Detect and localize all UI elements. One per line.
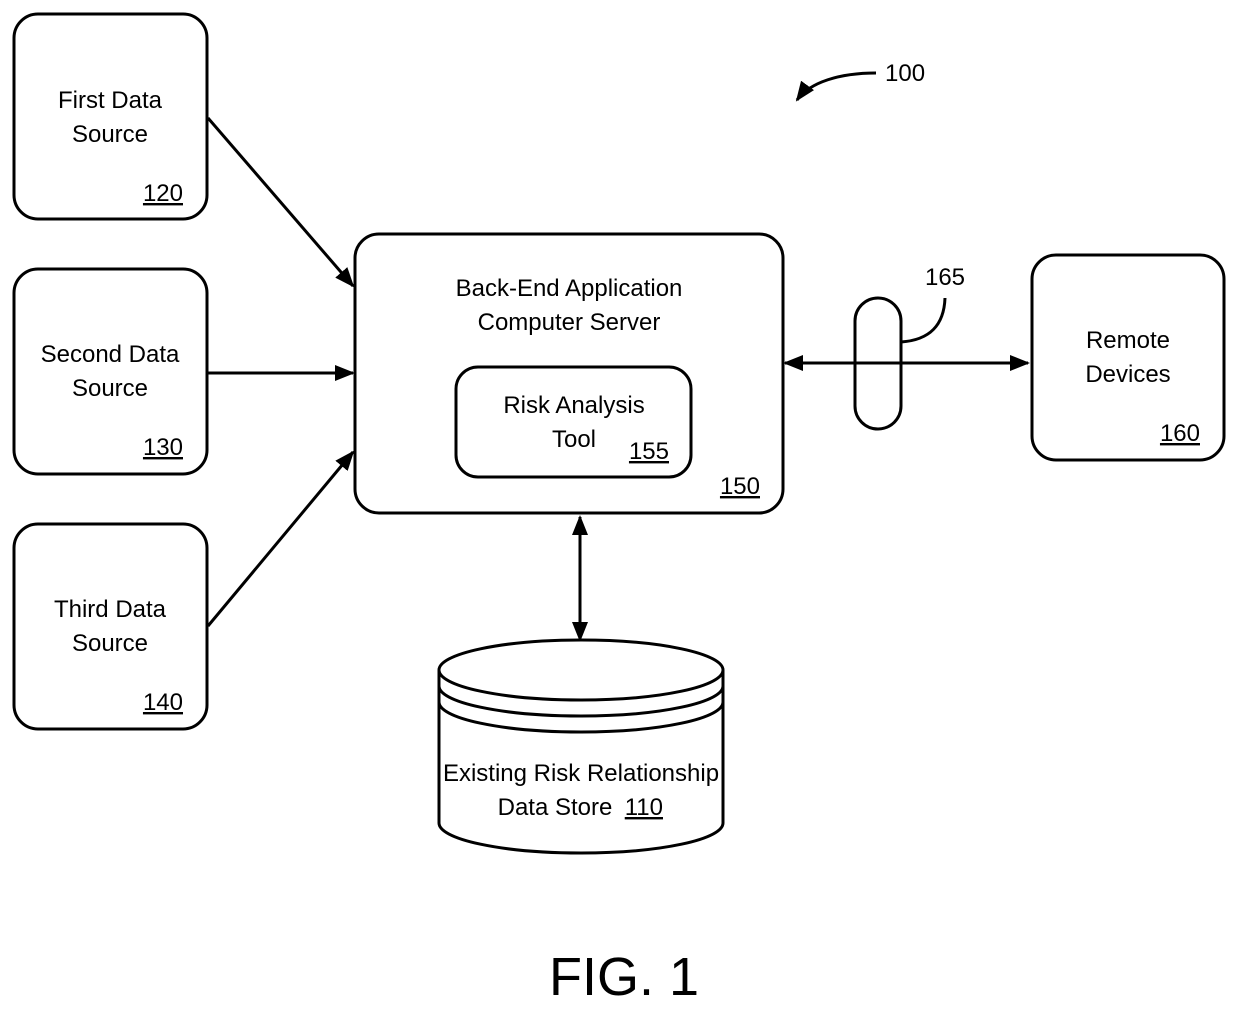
system-diagram: First Data Source 120 Second Data Source…: [12, 12, 1226, 1007]
data-store-top: [437, 638, 725, 702]
risk-tool-label-2: Tool: [552, 426, 596, 453]
second-data-source-node: Second Data Source 130: [12, 267, 209, 476]
first-data-source-ref: 120: [143, 180, 183, 207]
first-data-source-label-2: Source: [72, 121, 148, 148]
server-label-2: Computer Server: [478, 309, 661, 336]
data-store-ref: 110: [625, 794, 663, 821]
first-data-source-node: First Data Source 120: [12, 12, 209, 221]
remote-devices-node: Remote Devices 160: [1030, 253, 1226, 462]
second-data-source-label-1: Second Data: [41, 341, 180, 368]
server-label-1: Back-End Application: [456, 275, 683, 302]
remote-devices-ref: 160: [1160, 420, 1200, 447]
risk-analysis-tool-node: Risk Analysis Tool 155: [454, 365, 693, 479]
second-data-source-ref: 130: [143, 434, 183, 461]
system-ref: 100: [885, 60, 925, 87]
third-data-source-ref: 140: [143, 689, 183, 716]
risk-tool-ref: 155: [629, 438, 669, 465]
third-data-source-label-1: Third Data: [54, 596, 167, 623]
system-ref-arrow: [795, 71, 877, 102]
risk-tool-label-1: Risk Analysis: [503, 392, 644, 419]
data-store-label-1: Existing Risk Relationship: [443, 760, 719, 787]
back-end-server-node: Back-End Application Computer Server 150…: [353, 232, 785, 515]
arrow-first-source-to-server: [206, 117, 355, 288]
third-data-source-label-2: Source: [72, 630, 148, 657]
first-data-source-label-1: First Data: [58, 87, 163, 114]
network-leader-line: [900, 297, 947, 344]
data-store-label-2: Data Store: [498, 794, 613, 821]
arrow-third-source-to-server: [206, 450, 355, 627]
second-data-source-label-2: Source: [72, 375, 148, 402]
network-ref: 165: [925, 264, 965, 291]
figure-label: FIG. 1: [549, 947, 699, 1007]
data-store-node: Existing Risk Relationship Data Store 11…: [437, 638, 725, 855]
server-ref: 150: [720, 473, 760, 500]
third-data-source-node: Third Data Source 140: [12, 522, 209, 731]
remote-devices-label-1: Remote: [1086, 327, 1170, 354]
remote-devices-label-2: Devices: [1085, 361, 1170, 388]
